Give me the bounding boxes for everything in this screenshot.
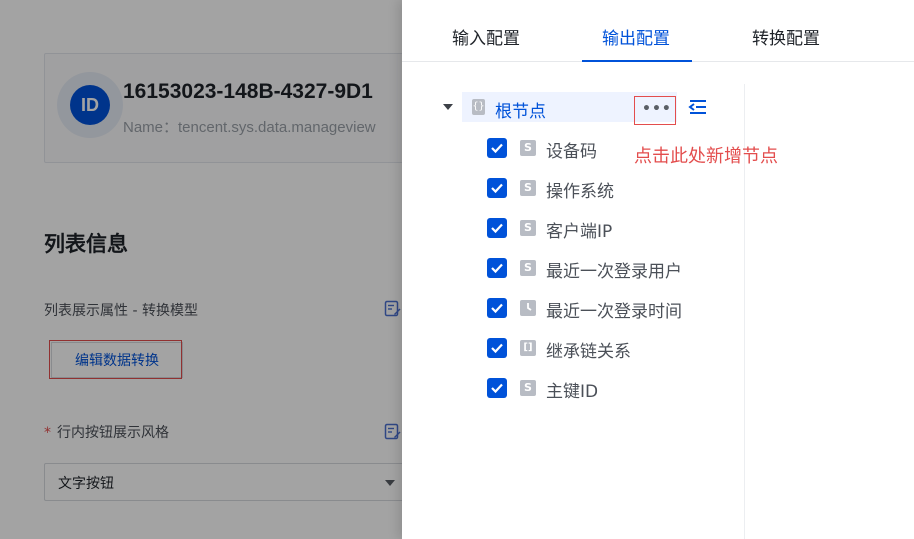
check-icon: [491, 143, 503, 154]
app-root: ID 16153023-148B-4327-9D1 Name：tencent.s…: [0, 0, 914, 539]
field-checkbox[interactable]: [487, 338, 507, 358]
field-label: 设备码: [546, 142, 597, 162]
tree-field-row[interactable]: S 操作系统: [487, 178, 737, 202]
tab-transform-config[interactable]: 转换配置: [752, 24, 820, 49]
field-label: 客户端IP: [546, 222, 613, 242]
caret-down-icon[interactable]: [443, 104, 453, 110]
highlight-frame: [634, 96, 676, 125]
clock-icon: [527, 303, 532, 311]
string-type-icon: S: [520, 180, 536, 196]
array-type-icon: []: [520, 340, 536, 356]
tree-field-row[interactable]: S 最近一次登录用户: [487, 258, 737, 282]
tree-field-row[interactable]: 最近一次登录时间: [487, 298, 737, 322]
tree-field-row[interactable]: S 主键ID: [487, 378, 737, 402]
field-checkbox[interactable]: [487, 178, 507, 198]
field-checkbox[interactable]: [487, 298, 507, 318]
tree-field-row[interactable]: S 客户端IP: [487, 218, 737, 242]
string-type-icon: S: [520, 140, 536, 156]
collapse-all-icon[interactable]: [688, 99, 708, 115]
field-label: 继承链关系: [546, 342, 631, 362]
config-drawer: 输入配置 输出配置 转换配置 {} 根节点 ••• 点击此处新增节点 S 设备码: [402, 0, 914, 539]
string-type-icon: S: [520, 380, 536, 396]
check-icon: [491, 343, 503, 354]
check-icon: [491, 303, 503, 314]
string-type-icon: S: [520, 220, 536, 236]
field-checkbox[interactable]: [487, 378, 507, 398]
field-label: 最近一次登录时间: [546, 302, 682, 322]
check-icon: [491, 263, 503, 274]
clock-type-icon: [520, 300, 536, 316]
string-type-icon: S: [520, 260, 536, 276]
object-type-icon: {}: [472, 99, 485, 115]
field-checkbox[interactable]: [487, 138, 507, 158]
active-tab-indicator: [582, 60, 692, 62]
field-label: 最近一次登录用户: [546, 262, 682, 282]
field-label: 操作系统: [546, 182, 614, 202]
field-label: 主键ID: [546, 382, 599, 402]
field-checkbox[interactable]: [487, 218, 507, 238]
tree-field-row[interactable]: S 设备码: [487, 138, 737, 162]
tab-output-config[interactable]: 输出配置: [602, 24, 670, 49]
check-icon: [491, 223, 503, 234]
root-node-label: 根节点: [495, 102, 546, 122]
field-checkbox[interactable]: [487, 258, 507, 278]
tab-input-config[interactable]: 输入配置: [452, 24, 520, 49]
tree-field-row[interactable]: [] 继承链关系: [487, 338, 737, 362]
check-icon: [491, 383, 503, 394]
tab-bar: 输入配置 输出配置 转换配置: [402, 0, 914, 62]
check-icon: [491, 183, 503, 194]
